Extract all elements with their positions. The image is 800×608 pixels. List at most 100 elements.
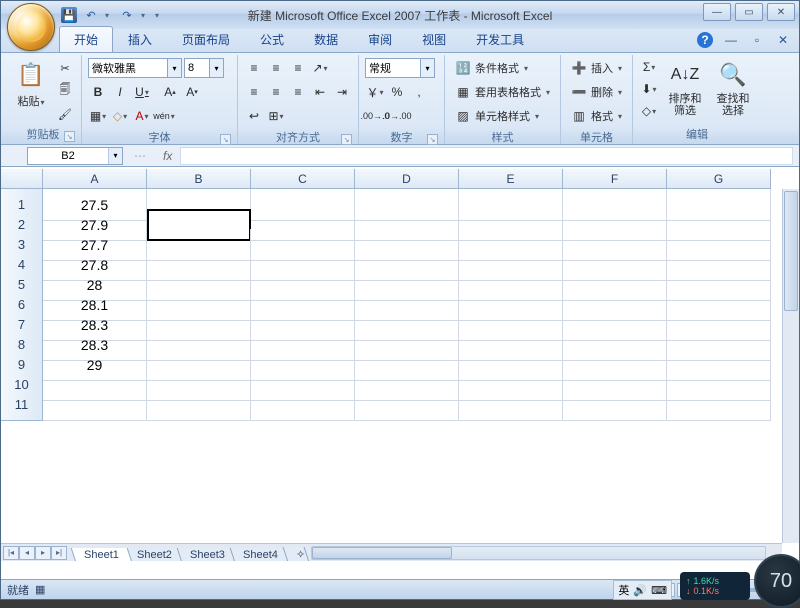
redo-drop-icon[interactable]: ▾: [141, 11, 149, 20]
select-all-button[interactable]: [1, 169, 43, 189]
cell-B11[interactable]: [147, 389, 251, 421]
merge-button[interactable]: ⊞▾: [266, 106, 286, 126]
minimize-ribbon-icon[interactable]: —: [723, 32, 739, 48]
close-button[interactable]: ✕: [767, 3, 795, 21]
italic-button[interactable]: I: [110, 82, 130, 102]
col-header-B[interactable]: B: [147, 169, 251, 189]
restore-workbook-icon[interactable]: ▫: [749, 32, 765, 48]
ime-indicator[interactable]: 英 🔊 ⌨: [613, 580, 672, 600]
col-header-A[interactable]: A: [43, 169, 147, 189]
comma-button[interactable]: ,: [409, 82, 429, 102]
col-header-D[interactable]: D: [355, 169, 459, 189]
undo-icon[interactable]: ↶: [83, 7, 99, 23]
percent-button[interactable]: %: [387, 82, 407, 102]
close-workbook-icon[interactable]: ✕: [775, 32, 791, 48]
fill-button[interactable]: ⬇▾: [639, 79, 659, 99]
sort-filter-button[interactable]: A↓Z 排序和 筛选: [663, 57, 707, 124]
format-cells-button[interactable]: ▥格式▾: [567, 105, 626, 127]
decrease-decimal-button[interactable]: .0→.00: [387, 106, 407, 126]
save-icon[interactable]: 💾: [61, 7, 77, 23]
clear-button[interactable]: ◇▾: [639, 101, 659, 121]
indent-dec-button[interactable]: ⇤: [310, 82, 330, 102]
font-launcher-icon[interactable]: ↘: [220, 134, 231, 145]
tab-home[interactable]: 开始: [59, 26, 113, 52]
autosum-button[interactable]: Σ▾: [639, 57, 659, 77]
grow-font-button[interactable]: A▴: [160, 82, 180, 102]
col-header-C[interactable]: C: [251, 169, 355, 189]
sheet-tab-1[interactable]: Sheet1: [71, 548, 132, 562]
cell-styles-button[interactable]: ▨单元格样式▾: [451, 105, 554, 127]
tab-data[interactable]: 数据: [299, 26, 353, 52]
cell-F11[interactable]: [563, 389, 667, 421]
borders-button[interactable]: ▦▾: [88, 106, 108, 126]
number-format-input[interactable]: [365, 58, 421, 78]
font-name-combo[interactable]: ▾: [88, 58, 182, 78]
tab-insert[interactable]: 插入: [113, 26, 167, 52]
chevron-down-icon[interactable]: ▾: [168, 58, 182, 78]
net-speed-widget[interactable]: ↑1.6K/s ↓0.1K/s: [680, 572, 750, 600]
font-color-button[interactable]: A▾: [132, 106, 152, 126]
sheet-tab-2[interactable]: Sheet2: [124, 548, 185, 562]
scroll-thumb[interactable]: [312, 547, 452, 559]
copy-button[interactable]: [55, 81, 75, 101]
delete-cells-button[interactable]: ➖删除▾: [567, 81, 626, 103]
font-size-combo[interactable]: ▾: [184, 58, 224, 78]
cell-A11[interactable]: [43, 389, 147, 421]
col-header-E[interactable]: E: [459, 169, 563, 189]
tab-developer[interactable]: 开发工具: [461, 26, 539, 52]
currency-button[interactable]: ￥▾: [365, 82, 385, 102]
chevron-down-icon[interactable]: ▾: [210, 58, 224, 78]
sheet-nav-next[interactable]: ▸: [35, 546, 51, 560]
chevron-down-icon[interactable]: ▾: [421, 58, 435, 78]
insert-cells-button[interactable]: ➕插入▾: [567, 57, 626, 79]
cell-G11[interactable]: [667, 389, 771, 421]
cell-C11[interactable]: [251, 389, 355, 421]
sheet-tab-3[interactable]: Sheet3: [176, 548, 237, 562]
align-left-button[interactable]: ≡: [244, 82, 264, 102]
find-select-button[interactable]: 🔍 查找和 选择: [711, 57, 755, 124]
sheet-tab-4[interactable]: Sheet4: [229, 548, 290, 562]
font-name-input[interactable]: [88, 58, 168, 78]
underline-button[interactable]: U▾: [132, 82, 152, 102]
minimize-button[interactable]: —: [703, 3, 731, 21]
align-top-button[interactable]: ≡: [244, 58, 264, 78]
sheet-nav-prev[interactable]: ◂: [19, 546, 35, 560]
number-launcher-icon[interactable]: ↘: [427, 134, 438, 145]
fill-color-button[interactable]: ◇▾: [110, 106, 130, 126]
help-icon[interactable]: ?: [697, 32, 713, 48]
vertical-scrollbar[interactable]: [782, 189, 799, 543]
phonetic-button[interactable]: wén▾: [154, 106, 174, 126]
tab-view[interactable]: 视图: [407, 26, 461, 52]
fx-icon[interactable]: fx: [163, 149, 172, 163]
qat-customize-icon[interactable]: ▾: [155, 11, 163, 20]
clipboard-launcher-icon[interactable]: ↘: [64, 131, 75, 142]
align-launcher-icon[interactable]: ↘: [341, 134, 352, 145]
format-as-table-button[interactable]: ▦套用表格格式▾: [451, 81, 554, 103]
font-size-input[interactable]: [184, 58, 210, 78]
cell-E11[interactable]: [459, 389, 563, 421]
new-sheet-button[interactable]: ✧: [282, 547, 309, 562]
name-box-input[interactable]: [28, 148, 108, 164]
number-format-combo[interactable]: ▾: [365, 58, 435, 78]
row-header-11[interactable]: 11: [1, 389, 43, 421]
tab-formulas[interactable]: 公式: [245, 26, 299, 52]
name-box[interactable]: ▾: [27, 147, 123, 165]
indent-inc-button[interactable]: ⇥: [332, 82, 352, 102]
formula-input[interactable]: [180, 147, 793, 165]
col-header-G[interactable]: G: [667, 169, 771, 189]
wrap-text-button[interactable]: ↩: [244, 106, 264, 126]
sheet-nav-last[interactable]: ▸|: [51, 546, 67, 560]
col-header-F[interactable]: F: [563, 169, 667, 189]
horizontal-scrollbar[interactable]: [311, 546, 767, 560]
maximize-button[interactable]: ▭: [735, 3, 763, 21]
redo-icon[interactable]: ↷: [119, 7, 135, 23]
tab-page-layout[interactable]: 页面布局: [167, 26, 245, 52]
bold-button[interactable]: B: [88, 82, 108, 102]
office-button[interactable]: [7, 3, 55, 51]
cell-D11[interactable]: [355, 389, 459, 421]
chevron-down-icon[interactable]: ▾: [108, 148, 122, 164]
align-middle-button[interactable]: ≡: [266, 58, 286, 78]
orientation-button[interactable]: ↗▾: [310, 58, 330, 78]
cut-button[interactable]: [55, 58, 75, 78]
format-painter-button[interactable]: [55, 104, 75, 124]
